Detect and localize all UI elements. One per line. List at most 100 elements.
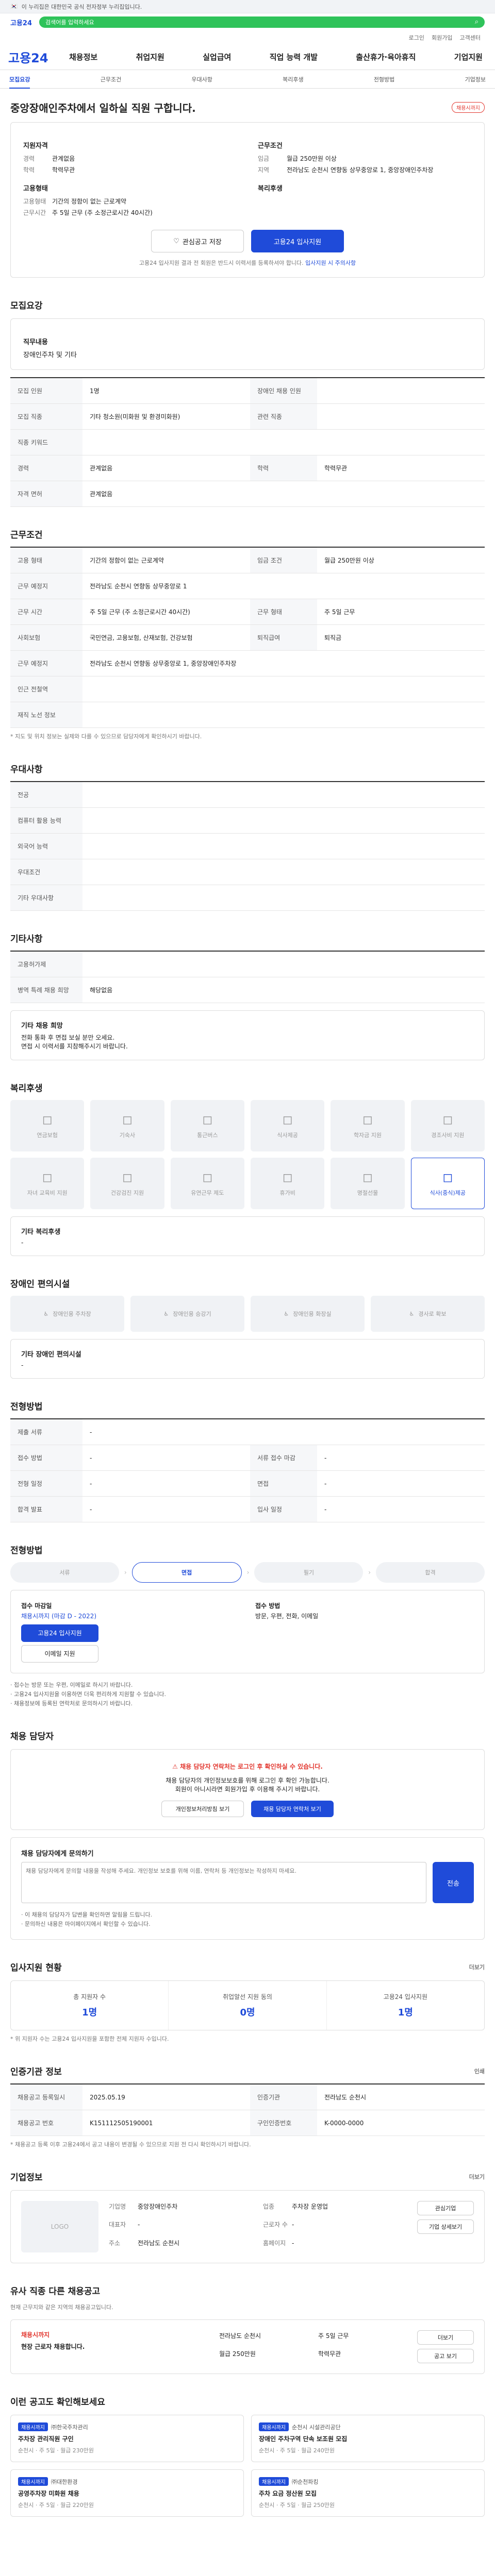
similar-more-button[interactable]: 더보기 xyxy=(417,2330,474,2345)
table-header-cell: 컴퓨터 활용 능력 xyxy=(10,808,82,833)
apply-notes: · 접수는 방문 또는 우편, 이메일로 하시기 바랍니다. · 고용24 입사… xyxy=(10,1682,166,1707)
fav-company-button[interactable]: 관심기업 xyxy=(417,2201,474,2215)
summary-card: 지원자격 경력 관계없음 학력 학력무관 고용형태 고용형태 기간의 정함이 없는 근… xyxy=(10,122,485,278)
table-cell: 월급 250만원 이상 xyxy=(324,557,374,564)
nav-leave[interactable]: 출산휴가·육아휴직 xyxy=(352,52,420,62)
recommend-meta: 순천시 · 주 5일 · 월급 230만원 xyxy=(18,2447,94,2454)
scrap-button[interactable]: ♡ 관심공고 저장 xyxy=(151,230,244,252)
company-box: LOGO 기업명 중앙장애인주차 업종 주차장 운영업 대표자 - 근로자 수 - 주소 전라남도… xyxy=(10,2190,485,2263)
search-strip: 고용24 검색어를 입력하세요 ⌕ xyxy=(0,13,495,31)
manager-contact-button[interactable]: 채용 담당자 연락처 보기 xyxy=(251,1801,334,1817)
recommend-title: 주차장 관리직원 구인 xyxy=(18,2435,74,2443)
table-row: 채용공고 등록일시 2025.05.19 인증기관 전라남도 순천시 xyxy=(10,2084,485,2110)
stats-header: 입사지원 현황 더보기 xyxy=(10,1963,485,1973)
email-apply-button[interactable]: 이메일 지원 xyxy=(21,1645,98,1663)
benefit-icon: ◻ xyxy=(202,1112,213,1127)
site-logo[interactable]: 고용24 xyxy=(8,48,65,66)
ask-textarea[interactable] xyxy=(21,1862,426,1903)
nav-jobs[interactable]: 채용정보 xyxy=(65,52,102,62)
stats-more-link[interactable]: 더보기 xyxy=(469,1963,485,1971)
recommend-grid: 채용시까지 ㈜한국주차관리 주차장 관리직원 구인 순천시 · 주 5일 · 월급 2… xyxy=(10,2415,485,2517)
benefit-item: ◻ 식사제공 xyxy=(250,1100,325,1151)
facility-icon: ♿ xyxy=(409,1310,415,1317)
benefit-item: ◻ 휴가비 xyxy=(250,1158,325,1209)
summary-emp-title: 고용형태 xyxy=(23,185,48,193)
method-step: 면접 xyxy=(131,1562,242,1583)
table-row: 병역 특례 채용 희망 해당없음 xyxy=(10,977,485,1003)
table-cell: 1명 xyxy=(90,387,100,395)
table-header-cell: 학력 xyxy=(250,455,317,481)
table-header-cell: 면접 xyxy=(250,1471,317,1496)
company-info-value: 중앙장애인주차 xyxy=(138,2203,178,2210)
nav-support[interactable]: 취업지원 xyxy=(132,52,169,62)
benefit-label: 통근버스 xyxy=(197,1132,218,1139)
facility-label: 장애인용 화장실 xyxy=(293,1311,332,1317)
summary-benefit-title: 복리후생 xyxy=(258,185,283,193)
apply-caution-link[interactable]: 입사지원 시 주의사항 xyxy=(305,260,356,266)
nav-training[interactable]: 직업 능력 개발 xyxy=(266,52,322,62)
tab-company[interactable]: 기업정보 xyxy=(465,75,486,83)
recommend-card[interactable]: 채용시까지 ㈜대한환경 공영주차장 미화원 채용 순천시 · 주 5일 · 월급 22… xyxy=(10,2469,244,2517)
tab-preference[interactable]: 우대사항 xyxy=(191,75,212,83)
table-cell: K-0000-0000 xyxy=(324,2119,364,2127)
nav-company[interactable]: 기업지원 xyxy=(450,52,487,62)
company-detail-button[interactable]: 기업 상세보기 xyxy=(417,2219,474,2234)
benefit-item: ◻ 학자금 지원 xyxy=(331,1100,405,1151)
nav-unemployment[interactable]: 실업급여 xyxy=(199,52,235,62)
search-icon[interactable]: ⌕ xyxy=(475,18,478,26)
company-info-item: 주소 전라남도 순천시 xyxy=(109,2238,253,2252)
table-cell: 관계없음 xyxy=(90,465,113,472)
table-cell xyxy=(82,676,485,702)
tab-method[interactable]: 전형방법 xyxy=(374,75,394,83)
table-row: 사회보험 국민연금, 고용보험, 산재보험, 건강보험 퇴직급여 퇴직금 xyxy=(10,625,485,651)
help-link[interactable]: 고객센터 xyxy=(460,33,481,42)
table-cell: 전라남도 순천시 연향동 상무중앙로 1 xyxy=(90,583,187,590)
table-cell: 기간의 정함이 없는 근로계약 xyxy=(90,557,164,564)
apply-button-2[interactable]: 고용24 입사지원 xyxy=(21,1624,98,1642)
tab-conditions[interactable]: 근무조건 xyxy=(101,75,121,83)
recommend-card[interactable]: 채용시까지 ㈜순천파킹 주차 요금 정산원 모집 순천시 · 주 5일 · 월급 25… xyxy=(251,2469,485,2517)
table-header-cell: 접수 방법 xyxy=(10,1445,82,1470)
recommend-card[interactable]: 채용시까지 ㈜한국주차관리 주차장 관리직원 구인 순천시 · 주 5일 · 월급 2… xyxy=(10,2415,244,2462)
table-header-cell: 근무 시간 xyxy=(10,599,82,624)
method-table: 제출 서류 - 접수 방법 - 서류 접수 마감 - 전형 일정 - 면접 - 합격 발표 - 입사 일… xyxy=(10,1418,485,1522)
signup-link[interactable]: 회원가입 xyxy=(432,33,452,42)
tab-recruit[interactable]: 모집요강 xyxy=(9,75,30,89)
company-info-key: 홈페이지 xyxy=(263,2239,286,2247)
conditions-note: * 지도 및 위치 정보는 실제와 다를 수 있으므로 담당자에게 확인하시기 … xyxy=(10,733,202,740)
table-cell xyxy=(82,808,485,833)
login-link[interactable]: 로그인 xyxy=(409,33,424,42)
info-table: 채용공고 등록일시 2025.05.19 인증기관 전라남도 순천시 채용공고 번호 K1… xyxy=(10,2083,485,2136)
apply-notice: 고용24 입사지원 결과 전 회원은 반드시 이력서를 등록하셔야 합니다. 입… xyxy=(139,260,356,266)
search-input[interactable]: 검색어를 입력하세요 ⌕ xyxy=(39,16,485,28)
arrow-icon: › xyxy=(246,1569,250,1576)
table-cell xyxy=(317,378,485,403)
similar-view-button[interactable]: 공고 보기 xyxy=(417,2349,474,2363)
duty-card: 직무내용 장애인주차 및 기타 xyxy=(10,318,485,370)
print-button[interactable]: 인쇄 xyxy=(474,2067,485,2075)
table-cell xyxy=(82,859,485,885)
apply-button[interactable]: 고용24 입사지원 xyxy=(251,230,344,252)
apply-box: 접수 마감일 채용시까지 (마감 D - 2022) 고용24 입사지원 이메일… xyxy=(10,1590,485,1673)
ask-box: 채용 담당자에게 문의하기 전송 · 이 채용의 담당자가 답변을 확인하면 알… xyxy=(10,1837,485,1940)
company-more-link[interactable]: 더보기 xyxy=(469,2173,485,2181)
table-header-cell: 병역 특례 채용 희망 xyxy=(10,977,82,1003)
deadline-badge: 채용시까지 xyxy=(452,102,485,113)
benefit-icon: ◻ xyxy=(282,1112,293,1127)
privacy-button[interactable]: 개인정보처리방침 보기 xyxy=(161,1801,244,1817)
ask-send-button[interactable]: 전송 xyxy=(433,1862,474,1903)
facility-item: ♿ 경사로 확보 xyxy=(371,1296,485,1332)
benefit-label: 기숙사 xyxy=(119,1132,136,1139)
table-row: 인근 전철역 xyxy=(10,676,485,702)
benefit-item: ◻ 건강검진 지원 xyxy=(90,1158,164,1209)
recommend-card[interactable]: 채용시까지 순천시 시설관리공단 장애인 주차구역 단속 보조원 모집 순천시 · 주… xyxy=(251,2415,485,2462)
tab-benefits[interactable]: 복리후생 xyxy=(283,75,303,83)
benefit-icon: ◻ xyxy=(202,1170,213,1184)
recommend-tag: 채용시까지 xyxy=(259,2422,289,2431)
job-title: 중앙장애인주차에서 일하실 직원 구합니다. xyxy=(10,102,196,114)
facility-icon: ♿ xyxy=(284,1310,289,1317)
conditions-section-title: 근무조건 xyxy=(10,530,43,540)
table-cell xyxy=(82,782,485,807)
method-step: 합격 xyxy=(376,1562,485,1583)
benefit-label: 명절선물 xyxy=(357,1190,378,1196)
